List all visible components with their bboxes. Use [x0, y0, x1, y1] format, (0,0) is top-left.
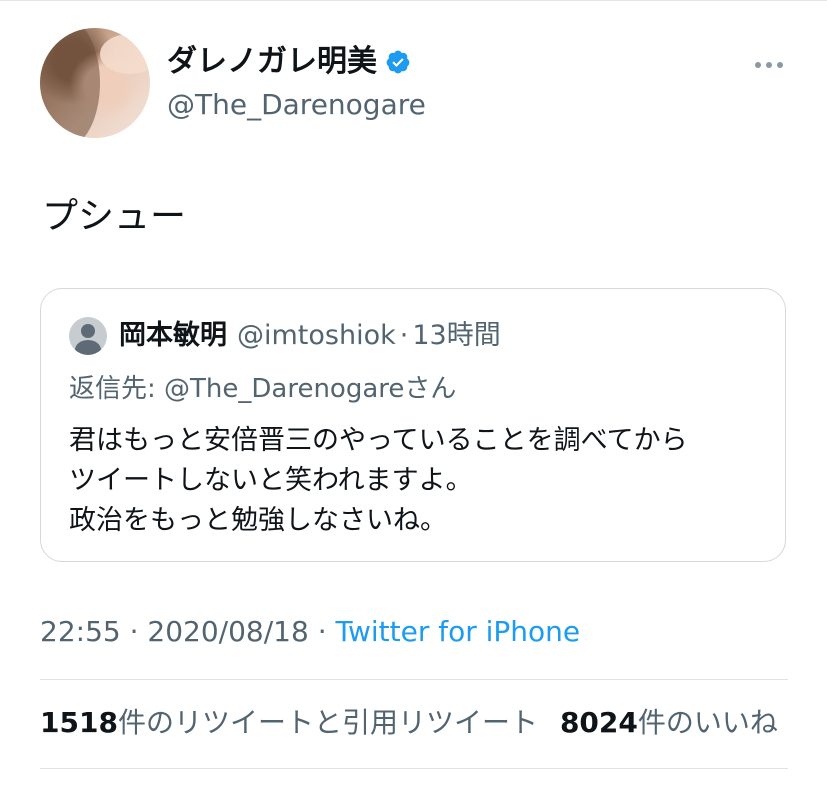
top-divider	[0, 0, 827, 1]
retweets-stat[interactable]: 1518件のリツイートと引用リツイート	[40, 706, 538, 739]
quoted-tweet-card[interactable]: 岡本敏明 @imtoshiok · 13時間 返信先: @The_Darenog…	[40, 288, 786, 562]
meta-separator: ·	[308, 615, 336, 648]
avatar-hand-shape	[100, 34, 150, 74]
tweet-text: プシュー	[42, 196, 187, 237]
stats-bottom-divider	[40, 768, 788, 769]
quoted-timestamp: 13時間	[412, 320, 501, 351]
quoted-separator: ·	[399, 320, 409, 351]
meta-separator: ·	[120, 615, 148, 648]
reply-to-handle: @The_Darenogare	[164, 374, 405, 404]
quoted-line: ツイートしないと笑われますよ。	[69, 465, 473, 496]
author-name-row[interactable]: ダレノガレ明美	[167, 43, 411, 81]
stats-top-divider	[40, 679, 788, 680]
quoted-user-handle: @imtoshiok	[237, 320, 396, 351]
quoted-tweet-text: 君はもっと安倍晋三のやっていることを調べてから ツイートしないと笑われますよ。 …	[69, 421, 688, 541]
author-avatar[interactable]	[40, 28, 150, 138]
avatar-hair-shape	[40, 28, 100, 138]
verified-badge-icon	[386, 50, 410, 74]
reply-to-prefix: 返信先:	[69, 374, 165, 404]
quoted-line: 政治をもっと勉強しなさいね。	[69, 505, 447, 536]
quoted-user-default-avatar-icon	[69, 317, 107, 355]
quoted-user-name: 岡本敏明	[119, 320, 227, 351]
reply-to-suffix: さん	[404, 374, 457, 404]
more-options-icon[interactable]	[755, 62, 785, 70]
engagement-stats: 1518件のリツイートと引用リツイート 8024件のいいね	[40, 704, 778, 742]
dot	[777, 62, 783, 68]
dot	[755, 62, 761, 68]
tweet-date: 2020/08/18	[147, 615, 309, 648]
tweet-time: 22:55	[40, 615, 121, 648]
tweet-metadata: 22:55 · 2020/08/18 · Twitter for iPhone	[40, 613, 580, 651]
avatar-head-shape	[81, 324, 95, 338]
avatar-body-shape	[75, 340, 101, 355]
like-count: 8024	[559, 706, 638, 739]
dot	[766, 62, 772, 68]
retweet-count: 1518	[40, 706, 118, 739]
quoted-line: 君はもっと安倍晋三のやっていることを調べてから	[69, 425, 688, 456]
quoted-tweet-header: 岡本敏明 @imtoshiok · 13時間	[119, 317, 501, 355]
like-label: 件のいいね	[637, 706, 778, 739]
author-display-name[interactable]: ダレノガレ明美	[167, 43, 377, 81]
retweet-label: 件のリツイートと引用リツイート	[117, 706, 538, 739]
author-handle[interactable]: @The_Darenogare	[167, 87, 426, 123]
likes-stat[interactable]: 8024件のいいね	[560, 706, 778, 739]
reply-to-line: 返信先: @The_Darenogareさん	[69, 371, 456, 407]
tweet-source-link[interactable]: Twitter for iPhone	[336, 615, 581, 648]
